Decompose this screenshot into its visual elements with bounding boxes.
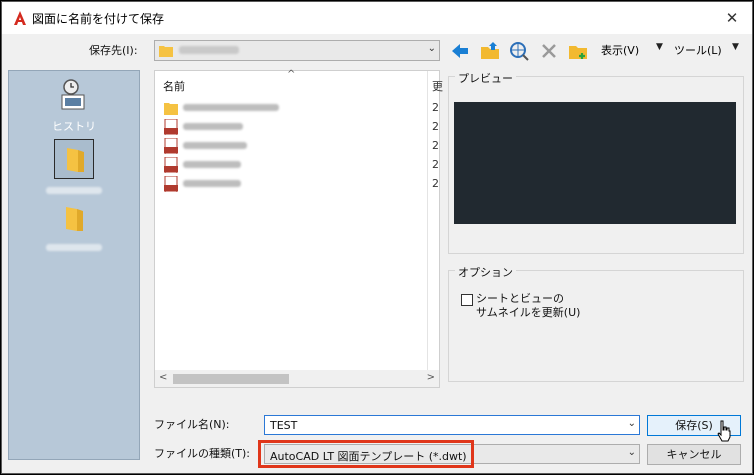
- autocad-logo-icon: [14, 11, 26, 25]
- window-title: 図面に名前を付けて保存: [32, 12, 165, 26]
- horizontal-scrollbar[interactable]: < >: [155, 370, 439, 387]
- file-name-blurred: [183, 142, 247, 149]
- folder-icon: [159, 46, 173, 57]
- place-history[interactable]: ヒストリ: [9, 79, 139, 134]
- tools-menu[interactable]: ツール(L): [674, 42, 722, 58]
- update-thumbnails-label[interactable]: シートとビューの サムネイルを更新(U): [476, 292, 580, 320]
- cancel-button[interactable]: キャンセル: [647, 444, 741, 465]
- delete-icon[interactable]: [538, 40, 560, 62]
- sort-ascending-icon: ^: [287, 69, 296, 80]
- scroll-left-icon[interactable]: <: [159, 372, 167, 383]
- options-group: オプション: [448, 264, 744, 382]
- file-name-blurred: [183, 180, 241, 187]
- file-date: 2: [432, 177, 439, 190]
- close-button[interactable]: ✕: [718, 6, 746, 30]
- file-name-blurred: [183, 161, 241, 168]
- search-web-icon[interactable]: [508, 40, 530, 62]
- filetype-highlight-annotation: [258, 440, 474, 468]
- history-icon: [61, 79, 85, 110]
- save-drawing-dialog: 図面に名前を付けて保存 ✕ 保存先(I): ⌄ 表示(V) ▼ ツール(L) ▼: [1, 1, 753, 474]
- mouse-cursor-icon: [717, 420, 731, 442]
- dwt-file-icon: [164, 119, 178, 135]
- list-item[interactable]: 2: [161, 174, 441, 193]
- scroll-right-icon[interactable]: >: [427, 372, 435, 383]
- back-arrow-icon[interactable]: [449, 40, 471, 62]
- file-name-blurred: [183, 104, 279, 111]
- update-thumbnails-checkbox[interactable]: [461, 294, 473, 306]
- dwt-file-icon: [164, 138, 178, 154]
- save-in-path-blurred: [179, 46, 239, 54]
- places-bar: ヒストリ: [8, 70, 140, 460]
- list-item[interactable]: 2: [161, 155, 441, 174]
- dwt-file-icon: [164, 157, 178, 173]
- file-date: 2: [432, 101, 439, 114]
- options-title: オプション: [455, 264, 516, 280]
- place-folder-selected[interactable]: [9, 139, 139, 194]
- folder-icon: [67, 148, 84, 172]
- place-folder[interactable]: [9, 205, 139, 251]
- preview-title: プレビュー: [455, 70, 516, 86]
- thumbnail-label-line2: サムネイルを更新(U): [476, 306, 581, 319]
- place-label-blurred: [46, 187, 102, 194]
- place-history-label: ヒストリ: [52, 120, 96, 133]
- tools-dropdown-arrow-icon[interactable]: ▼: [732, 42, 739, 52]
- file-date: 2: [432, 120, 439, 133]
- list-item[interactable]: 2: [161, 117, 441, 136]
- dwt-file-icon: [164, 176, 178, 192]
- view-dropdown-arrow-icon[interactable]: ▼: [656, 42, 663, 52]
- chevron-down-icon[interactable]: ⌄: [628, 447, 636, 458]
- up-one-level-icon[interactable]: [479, 40, 501, 62]
- filename-label: ファイル名(N):: [154, 418, 230, 431]
- list-item[interactable]: 2: [161, 98, 441, 117]
- view-menu[interactable]: 表示(V): [601, 42, 639, 58]
- filename-value: TEST: [270, 419, 298, 432]
- scrollbar-thumb[interactable]: [173, 374, 289, 384]
- place-selection-frame: [54, 139, 94, 179]
- column-header-date[interactable]: 更: [432, 78, 443, 94]
- save-in-dropdown[interactable]: ⌄: [154, 40, 440, 61]
- thumbnail-label-line1: シートとビューの: [476, 292, 564, 305]
- folder-icon: [164, 103, 178, 115]
- filetype-label: ファイルの種類(T):: [154, 447, 251, 460]
- filename-input[interactable]: TEST ⌄: [264, 415, 640, 435]
- preview-image: [454, 102, 736, 224]
- folder-icon: [66, 207, 83, 231]
- file-list[interactable]: ^ 名前 更 2 2 2 2 2 < >: [154, 69, 443, 388]
- chevron-down-icon: ⌄: [427, 43, 436, 54]
- place-label-blurred: [46, 244, 102, 251]
- file-date: 2: [432, 139, 439, 152]
- file-name-blurred: [183, 123, 243, 130]
- save-in-label: 保存先(I):: [89, 44, 138, 57]
- title-bar: 図面に名前を付けて保存 ✕: [2, 2, 752, 34]
- file-date: 2: [432, 158, 439, 171]
- column-header-name[interactable]: 名前: [163, 78, 185, 94]
- chevron-down-icon[interactable]: ⌄: [628, 418, 636, 429]
- new-folder-icon[interactable]: [567, 40, 589, 62]
- list-item[interactable]: 2: [161, 136, 441, 155]
